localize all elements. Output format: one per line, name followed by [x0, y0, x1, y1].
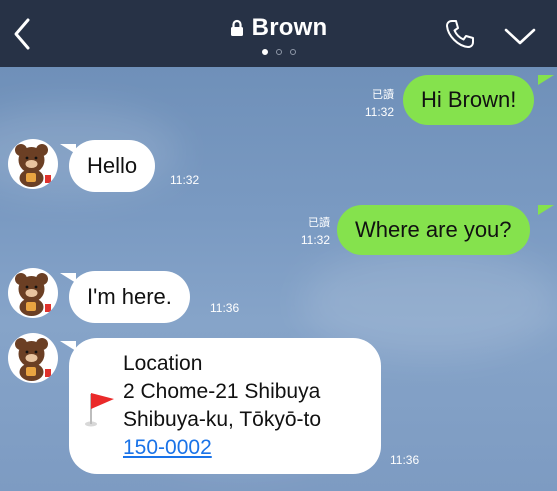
message-time: 11:32	[300, 233, 330, 247]
chat-title[interactable]: Brown	[230, 14, 328, 42]
message-meta: 已讀 11:32	[350, 87, 394, 121]
chat-header: Brown	[0, 0, 557, 67]
message-text: I'm here.	[87, 284, 172, 309]
read-receipt: 已讀	[372, 89, 394, 101]
message-text: Where are you?	[355, 217, 512, 242]
bubble-tail	[538, 205, 554, 215]
incoming-message-bubble[interactable]: I'm here.	[69, 271, 190, 323]
read-receipt: 已讀	[308, 217, 330, 229]
bubble-tail	[538, 75, 554, 85]
chat-area[interactable]: 已讀 11:32 Hi Brown! Hello 11:32 已讀 11:32 …	[0, 67, 557, 491]
outgoing-message-bubble[interactable]: Where are you?	[337, 205, 530, 255]
brown-bear-avatar-icon	[15, 144, 51, 187]
message-time: 11:32	[170, 173, 200, 187]
menu-toggle-button[interactable]	[500, 24, 540, 48]
location-address-line1: 2 Chome-21 Shibuya	[123, 380, 321, 403]
brown-bear-avatar-icon	[15, 338, 51, 381]
lock-icon	[230, 19, 243, 36]
flag-icon	[85, 393, 114, 427]
message-time: 11:32	[364, 105, 394, 119]
location-message-bubble[interactable]: Location 2 Chome-21 Shibuya Shibuya-ku, …	[69, 338, 381, 474]
call-button[interactable]	[444, 18, 476, 50]
message-time: 11:36	[390, 453, 420, 467]
message-time: 11:36	[210, 301, 240, 315]
contact-avatar[interactable]	[8, 333, 58, 383]
contact-avatar[interactable]	[8, 139, 58, 189]
brown-bear-avatar-icon	[15, 273, 51, 316]
postal-code-link[interactable]: 150-0002	[123, 434, 212, 462]
page-dot-2	[275, 49, 282, 55]
location-details: Location 2 Chome-21 Shibuya Shibuya-ku, …	[123, 350, 321, 462]
location-title: Location	[123, 352, 203, 375]
page-dot-1	[261, 49, 268, 55]
message-meta: 已讀 11:32	[290, 215, 330, 249]
location-address-line2: Shibuya-ku, Tōkyō-to	[123, 408, 322, 431]
contact-avatar[interactable]	[8, 268, 58, 318]
incoming-message-bubble[interactable]: Hello	[69, 140, 156, 192]
message-text: Hello	[87, 153, 138, 178]
phone-icon	[446, 20, 474, 48]
page-dot-3	[289, 49, 296, 55]
chevron-down-icon	[504, 28, 536, 45]
contact-name: Brown	[251, 14, 328, 41]
outgoing-message-bubble[interactable]: Hi Brown!	[403, 75, 535, 125]
message-text: Hi Brown!	[421, 87, 517, 112]
